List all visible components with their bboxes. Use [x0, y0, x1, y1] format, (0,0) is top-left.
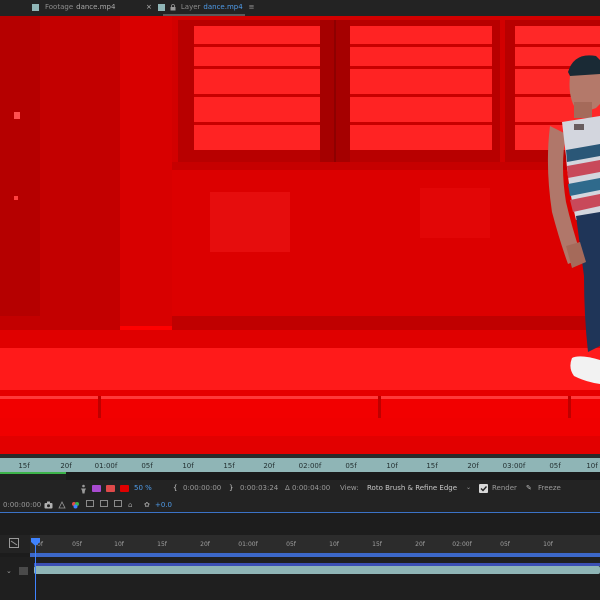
ruler-label: 20f	[263, 462, 275, 470]
footage-icon	[32, 3, 39, 11]
panel-menu-icon[interactable]: ≡	[249, 3, 255, 11]
freeze-label[interactable]: Freeze	[538, 483, 561, 493]
in-time[interactable]: 0:00:00:00	[183, 483, 221, 493]
mask-toggle-icon[interactable]	[114, 500, 122, 507]
timeline-ruler-label: 10f	[543, 541, 553, 548]
show-snapshot-icon[interactable]	[58, 500, 67, 510]
comp-mini-flowchart-icon[interactable]	[9, 538, 19, 548]
render-checkbox[interactable]	[479, 484, 488, 493]
chevron-down-icon[interactable]: ⌄	[466, 483, 471, 493]
tab-prefix: Footage	[45, 3, 74, 11]
out-point-bracket[interactable]: }	[229, 483, 233, 493]
ruler-label: 15f	[426, 462, 438, 470]
camera-icon[interactable]	[44, 500, 53, 510]
work-area-remaining	[66, 472, 600, 480]
duration-readout: Δ 0:00:04:00	[285, 484, 331, 492]
timeline-ruler-label: 05f	[286, 541, 296, 548]
layer-icon	[157, 3, 165, 11]
ruler-label: 05f	[141, 462, 153, 470]
color-swatch-purple[interactable]	[92, 485, 101, 492]
pixel-aspect-icon[interactable]: ⌂	[128, 500, 132, 510]
ruler-label: 10f	[182, 462, 194, 470]
exposure-value[interactable]: +0.0	[155, 500, 172, 510]
ruler-label: 15f	[223, 462, 235, 470]
tab-filename: dance.mp4	[203, 3, 243, 11]
work-area-bar[interactable]	[0, 472, 600, 480]
playhead-handle-icon[interactable]	[31, 538, 40, 546]
chevron-down-icon[interactable]: ⌄	[6, 567, 12, 575]
timeline-ruler-label: 05f	[72, 541, 82, 548]
layer-duration-bar[interactable]	[34, 566, 600, 574]
timeline-ruler-label: 20f	[200, 541, 210, 548]
out-time[interactable]: 0:00:03:24	[240, 483, 278, 493]
fast-preview-icon[interactable]: ✿	[144, 500, 150, 510]
timeline-ruler-label: 15f	[372, 541, 382, 548]
close-icon[interactable]: ×	[146, 3, 152, 11]
color-swatch-pink[interactable]	[106, 485, 115, 492]
view-label: View:	[340, 484, 359, 492]
checkmark-icon	[480, 486, 488, 492]
tab-footage[interactable]: Footage dance.mp4	[32, 0, 115, 14]
viewer-controls: 50 % { 0:00:00:00 } 0:00:03:24 Δ 0:00:04…	[0, 480, 600, 497]
freeze-icon[interactable]: ✎	[526, 483, 532, 493]
ruler-label: 05f	[549, 462, 561, 470]
ruler-label: 10f	[586, 462, 598, 470]
region-of-interest-icon[interactable]	[86, 500, 94, 507]
ruler-label: 10f	[386, 462, 398, 470]
ruler-label: 01:00f	[94, 462, 118, 470]
layer-viewer[interactable]	[0, 16, 600, 454]
timeline-ruler-label: 05f	[500, 541, 510, 548]
render-label: Render	[492, 484, 517, 492]
in-point-bracket[interactable]: {	[173, 483, 177, 493]
lock-icon[interactable]	[170, 3, 176, 11]
layer-time-ruler[interactable]: 15f 20f 01:00f 05f 10f 15f 20f 02:00f 05…	[0, 458, 600, 472]
tab-filename: dance.mp4	[76, 3, 116, 11]
timeline-ruler-label: 15f	[157, 541, 167, 548]
zoom-value[interactable]: 50 %	[134, 483, 152, 493]
viewer-tab-bar: Footage dance.mp4 × Layer dance.mp4 ≡	[0, 0, 600, 16]
channel-rgb-icon[interactable]	[71, 500, 80, 510]
tab-prefix: Layer	[180, 3, 201, 11]
ruler-label: 20f	[467, 462, 479, 470]
viewer-controls-secondary: 0:00:00:00 ⌂ ✿ +0.0	[0, 497, 600, 513]
color-swatch-red[interactable]	[120, 485, 129, 492]
timeline-ruler-label: 01:00f	[238, 541, 258, 548]
timeline-ruler-label: 20f	[415, 541, 425, 548]
ruler-label: 02:00f	[298, 462, 322, 470]
transparency-grid-icon[interactable]	[100, 500, 108, 507]
timeline-ruler-label: 10f	[329, 541, 339, 548]
view-dropdown[interactable]: Roto Brush & Refine Edge	[367, 483, 457, 493]
timeline-ruler-label: 10f	[114, 541, 124, 548]
current-time[interactable]: 0:00:00:00	[3, 500, 41, 510]
ruler-label: 03:00f	[502, 462, 526, 470]
layer-label-swatch[interactable]	[19, 567, 28, 575]
timeline-spacer	[0, 513, 600, 535]
work-area-range[interactable]	[0, 472, 66, 474]
tab-layer[interactable]: × Layer dance.mp4 ≡	[140, 0, 255, 14]
roto-person-icon[interactable]	[80, 484, 87, 494]
current-time-indicator[interactable]	[35, 538, 36, 600]
ruler-label: 15f	[18, 462, 30, 470]
ruler-label: 05f	[345, 462, 357, 470]
ruler-label: 20f	[60, 462, 72, 470]
timeline-ruler[interactable]: 0f 05f 10f 15f 20f 01:00f 05f 10f 15f 20…	[30, 535, 600, 553]
video-frame	[0, 16, 600, 454]
timeline-ruler-label: 02:00f	[452, 541, 472, 548]
